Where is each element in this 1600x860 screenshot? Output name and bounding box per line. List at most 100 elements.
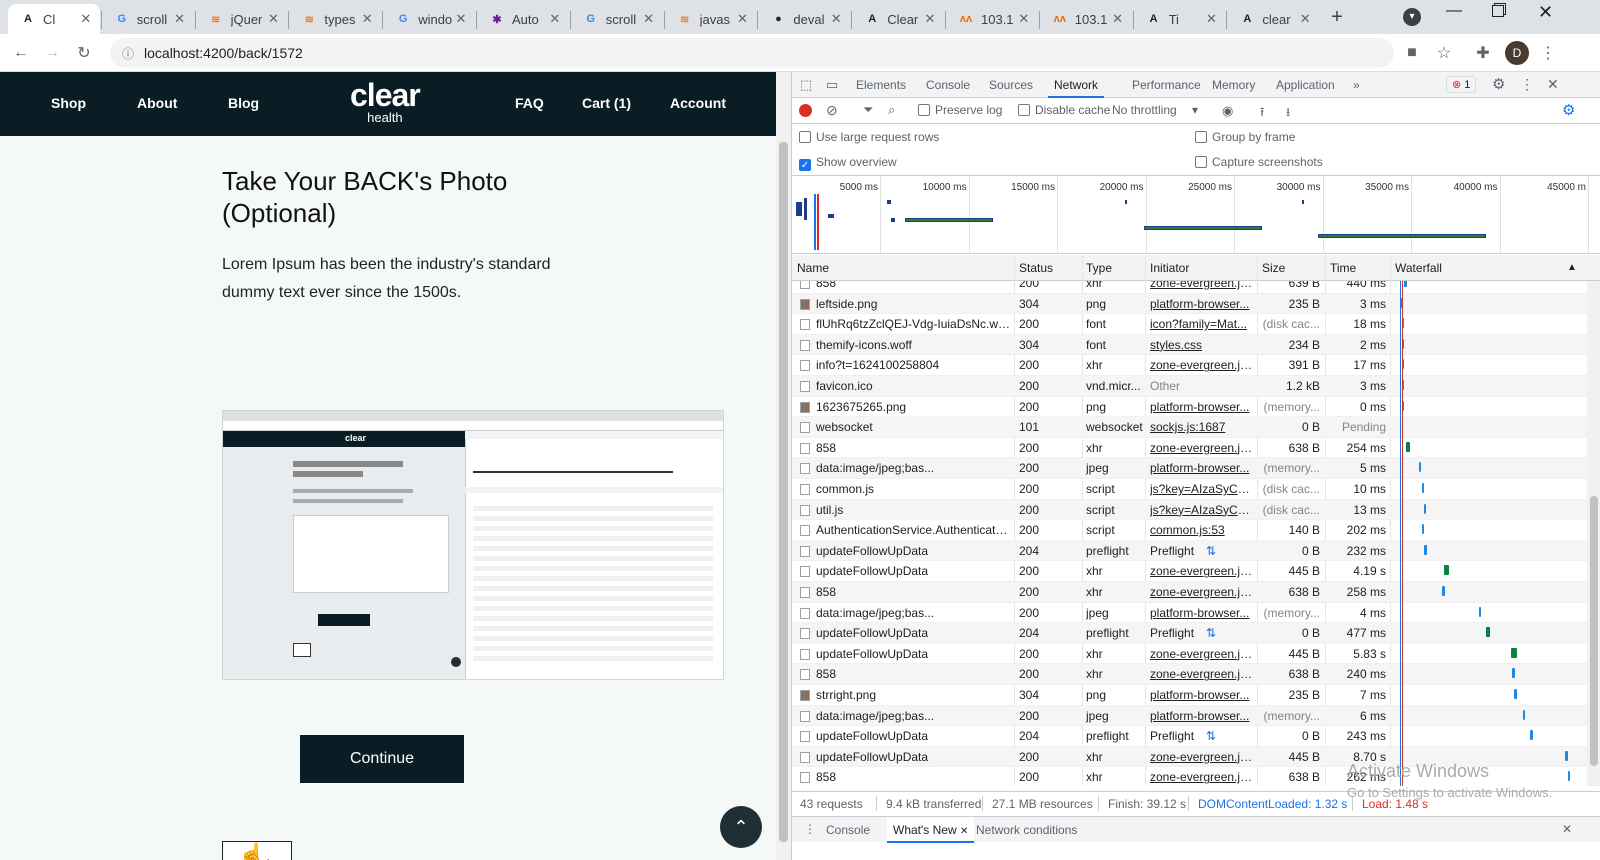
col-initiator[interactable]: Initiator bbox=[1150, 261, 1189, 275]
browser-tab[interactable]: ≋ jQuer ✕ bbox=[196, 4, 288, 34]
camera-icon[interactable]: ■ bbox=[1400, 41, 1424, 65]
site-logo[interactable]: clear health bbox=[350, 79, 421, 126]
back-arrow-icon[interactable]: ← bbox=[9, 41, 33, 65]
tab-close-icon[interactable]: ✕ bbox=[922, 11, 938, 27]
browser-menu-icon[interactable]: ⋮ bbox=[1536, 41, 1560, 65]
nav-blog[interactable]: Blog bbox=[228, 95, 259, 111]
close-window-button[interactable]: ✕ bbox=[1538, 2, 1553, 23]
col-type[interactable]: Type bbox=[1086, 261, 1112, 275]
request-initiator[interactable]: zone-evergreen.js... bbox=[1150, 564, 1254, 578]
tab-close-icon[interactable]: ✕ bbox=[453, 11, 469, 27]
browser-tab[interactable]: A Clear ✕ bbox=[852, 4, 944, 34]
nav-shop[interactable]: Shop bbox=[51, 95, 86, 111]
request-row[interactable]: common.js 200 script js?key=AIzaSyCS... (dis… bbox=[792, 479, 1587, 500]
page-scrollbar[interactable] bbox=[776, 72, 791, 860]
request-initiator[interactable]: zone-evergreen.js... bbox=[1150, 647, 1254, 661]
request-row[interactable]: favicon.ico 200 vnd.micr... Other 1.2 kB 3 ms bbox=[792, 376, 1587, 397]
request-row[interactable]: 858 200 xhr zone-evergreen.js... 638 B 258 ms bbox=[792, 582, 1587, 603]
network-settings-icon[interactable]: ⚙ bbox=[1562, 101, 1575, 119]
restore-button[interactable] bbox=[1492, 5, 1504, 17]
request-initiator[interactable]: common.js:53 bbox=[1150, 523, 1254, 537]
request-row[interactable]: util.js 200 script js?key=AIzaSyCS... (disk … bbox=[792, 499, 1587, 521]
tab-console[interactable]: Console bbox=[926, 78, 970, 92]
drawer-tab-console[interactable]: Console bbox=[826, 823, 870, 837]
download-icon[interactable]: ⭳ bbox=[1286, 103, 1290, 124]
request-initiator[interactable]: zone-evergreen.js... bbox=[1150, 441, 1254, 455]
show-overview-checkbox[interactable]: ✓ Show overview bbox=[799, 155, 897, 171]
browser-tab[interactable]: ʌʌ 103.1 ✕ bbox=[1040, 4, 1132, 34]
request-initiator[interactable]: zone-evergreen.js... bbox=[1150, 585, 1254, 599]
url-text[interactable]: localhost:4200/back/1572 bbox=[144, 45, 303, 61]
tab-close-icon[interactable]: ✕ bbox=[734, 11, 750, 27]
network-overview-timeline[interactable]: 5000 ms 10000 ms 15000 ms 20000 ms 25000 ms 3… bbox=[792, 176, 1600, 254]
tab-close-icon[interactable]: ✕ bbox=[265, 11, 281, 27]
wifi-icon[interactable]: ◉ bbox=[1222, 103, 1233, 119]
request-initiator[interactable]: platform-browser... bbox=[1150, 400, 1254, 414]
info-icon[interactable]: ⓘ bbox=[122, 45, 134, 62]
request-row[interactable]: strright.png 304 png platform-browser... 235… bbox=[792, 685, 1587, 706]
search-icon[interactable]: ⌕ bbox=[888, 102, 895, 118]
throttling-select[interactable]: No throttling ▾ bbox=[1112, 103, 1198, 117]
tab-close-icon[interactable]: ✕ bbox=[172, 11, 188, 27]
capture-screenshots-checkbox[interactable]: Capture screenshots bbox=[1195, 155, 1323, 169]
col-time[interactable]: Time bbox=[1330, 261, 1356, 275]
devtools-close-icon[interactable]: ✕ bbox=[1547, 76, 1559, 93]
drawer-tab-whats-new[interactable]: What's New ✕ bbox=[887, 817, 975, 843]
request-initiator[interactable]: zone-evergreen.js... bbox=[1150, 358, 1254, 372]
nav-cart[interactable]: Cart (1) bbox=[582, 95, 631, 111]
request-row[interactable]: 858 200 xhr zone-evergreen.js... 638 B 240 ms bbox=[792, 664, 1587, 685]
tab-memory[interactable]: Memory bbox=[1212, 78, 1255, 92]
col-size[interactable]: Size bbox=[1262, 261, 1285, 275]
preflight-icon[interactable]: ⇅ bbox=[1206, 626, 1216, 640]
request-initiator[interactable]: js?key=AIzaSyCS... bbox=[1150, 482, 1254, 496]
disable-cache-checkbox[interactable]: Disable cache bbox=[1018, 103, 1110, 117]
tab-close-icon[interactable]: ✕ bbox=[1297, 11, 1313, 27]
request-row[interactable]: leftside.png 304 png platform-browser... 235… bbox=[792, 293, 1587, 315]
preflight-icon[interactable]: ⇅ bbox=[1206, 729, 1216, 743]
request-row[interactable]: data:image/jpeg;bas... 200 jpeg platform-br… bbox=[792, 705, 1587, 727]
devtools-menu-icon[interactable]: ⋮ bbox=[1520, 76, 1534, 93]
tab-close-icon[interactable]: ✕ bbox=[1203, 11, 1219, 27]
record-icon[interactable] bbox=[799, 104, 812, 117]
browser-tab[interactable]: Gwindo ✕ bbox=[383, 4, 475, 34]
minimize-button[interactable]: — bbox=[1446, 2, 1470, 20]
request-initiator[interactable]: zone-evergreen.js... bbox=[1150, 281, 1254, 290]
request-row[interactable]: updateFollowUpData 204 preflight Preflight 0… bbox=[792, 540, 1587, 562]
tab-elements[interactable]: Elements bbox=[856, 78, 906, 92]
drawer-tab-network-conditions[interactable]: Network conditions bbox=[976, 823, 1077, 837]
upload-icon[interactable]: ⭱ bbox=[1260, 103, 1264, 124]
tab-network[interactable]: Network bbox=[1047, 78, 1105, 98]
browser-tab[interactable]: Aclear ✕ bbox=[1227, 4, 1319, 34]
reload-icon[interactable]: ↻ bbox=[72, 41, 96, 65]
profile-avatar[interactable]: D bbox=[1505, 41, 1529, 65]
tab-close-icon[interactable]: ✕ bbox=[1016, 11, 1032, 27]
col-status[interactable]: Status bbox=[1019, 261, 1053, 275]
request-row[interactable]: updateFollowUpData 204 preflight Preflight 0… bbox=[792, 726, 1587, 747]
tab-application[interactable]: Application bbox=[1276, 78, 1335, 92]
tab-close-icon[interactable]: ✕ bbox=[78, 11, 94, 27]
drawer-close-icon[interactable]: ✕ bbox=[1562, 822, 1572, 836]
request-initiator[interactable]: platform-browser... bbox=[1150, 461, 1254, 475]
request-row[interactable]: 858 200 xhr zone-evergreen.js... 639 B 440 ms bbox=[792, 281, 1587, 294]
browser-tab[interactable]: ✱ Auto ✕ bbox=[477, 4, 569, 34]
request-initiator[interactable]: js?key=AIzaSyCS... bbox=[1150, 503, 1254, 517]
tab-close-icon[interactable]: ✕ bbox=[641, 11, 657, 27]
nav-faq[interactable]: FAQ bbox=[515, 95, 544, 111]
request-initiator[interactable]: platform-browser... bbox=[1150, 709, 1254, 723]
tab-sources[interactable]: Sources bbox=[989, 78, 1033, 92]
col-name[interactable]: Name bbox=[797, 261, 829, 275]
browser-tab[interactable]: A Ti ✕ bbox=[1134, 4, 1226, 34]
devtools-settings-icon[interactable]: ⚙ bbox=[1492, 75, 1505, 93]
group-by-frame-checkbox[interactable]: Group by frame bbox=[1195, 130, 1295, 144]
large-rows-checkbox[interactable]: Use large request rows bbox=[799, 130, 939, 144]
sort-arrow-icon[interactable]: ▲ bbox=[1567, 262, 1577, 273]
address-bar[interactable]: ⓘ localhost:4200/back/1572 bbox=[110, 38, 1394, 68]
request-row[interactable]: AuthenticationService.Authenticate... 200… bbox=[792, 520, 1587, 541]
request-initiator[interactable]: platform-browser... bbox=[1150, 688, 1254, 702]
request-initiator[interactable]: zone-evergreen.js... bbox=[1150, 667, 1254, 681]
error-badge[interactable]: ⊗ 1 bbox=[1446, 76, 1477, 93]
bookmark-star-icon[interactable]: ☆ bbox=[1432, 41, 1456, 65]
request-initiator[interactable]: styles.css bbox=[1150, 338, 1254, 352]
col-waterfall[interactable]: Waterfall bbox=[1395, 261, 1442, 275]
tab-close-icon[interactable]: ✕ bbox=[828, 11, 844, 27]
